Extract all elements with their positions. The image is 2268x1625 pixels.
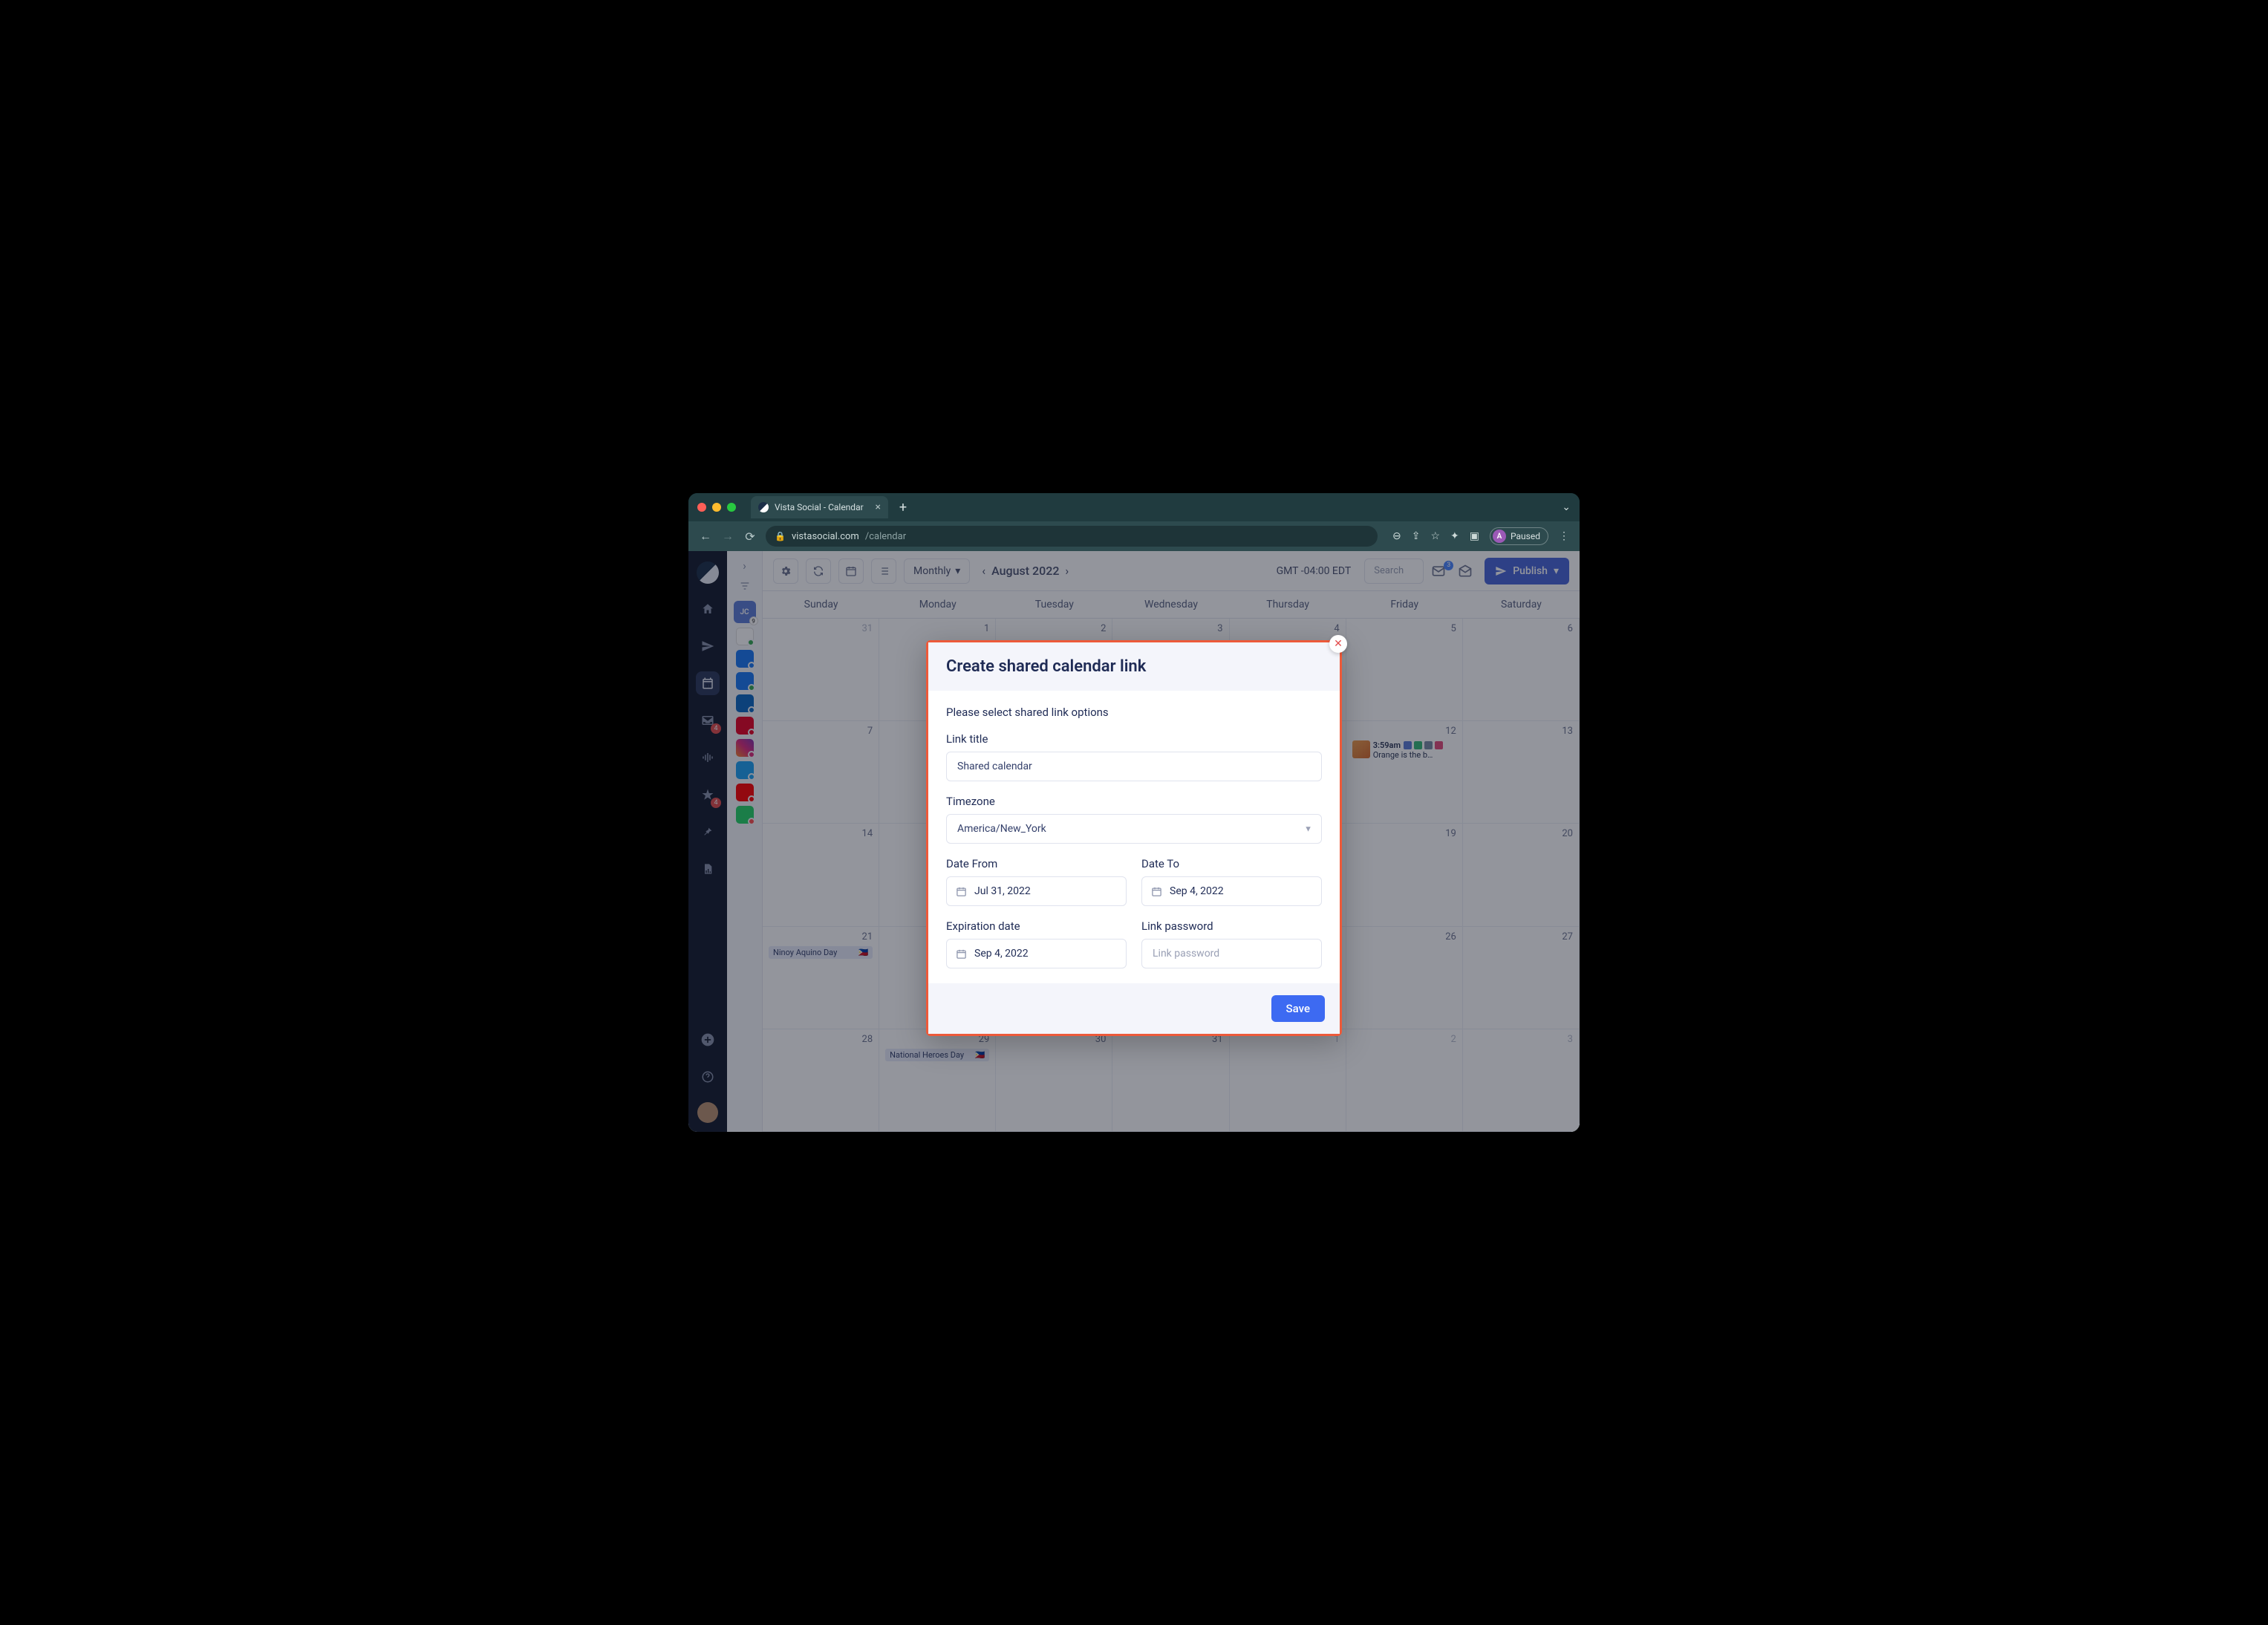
share-icon[interactable]: ⇪ <box>1412 530 1421 542</box>
modal-body: Please select shared link options Link t… <box>928 691 1340 983</box>
link-title-input[interactable]: Shared calendar <box>946 752 1322 781</box>
save-button[interactable]: Save <box>1271 995 1325 1022</box>
timezone-field-label: Timezone <box>946 795 1322 808</box>
expiration-label: Expiration date <box>946 919 1127 933</box>
link-title-value: Shared calendar <box>957 761 1032 772</box>
expiration-input[interactable]: Sep 4, 2022 <box>946 939 1127 968</box>
browser-chrome: Vista Social - Calendar × + ⌄ ← → ⟳ 🔒 vi… <box>688 493 1580 551</box>
nav-forward-button[interactable]: → <box>721 529 734 544</box>
profile-paused-chip[interactable]: A Paused <box>1490 527 1548 545</box>
addr-actions: ⊖ ⇪ ☆ ✦ ▣ A Paused ⋮ <box>1392 527 1569 545</box>
profile-initial: A <box>1493 530 1506 543</box>
date-to-input[interactable]: Sep 4, 2022 <box>1141 876 1322 906</box>
new-tab-button[interactable]: + <box>894 498 912 516</box>
modal-subtitle: Please select shared link options <box>946 706 1322 719</box>
save-label: Save <box>1286 1002 1310 1015</box>
modal-scrim[interactable]: ✕ Create shared calendar link Please sel… <box>688 551 1580 1132</box>
date-to-value: Sep 4, 2022 <box>1170 885 1224 897</box>
date-from-label: Date From <box>946 857 1127 870</box>
date-from-input[interactable]: Jul 31, 2022 <box>946 876 1127 906</box>
zoom-icon[interactable]: ⊖ <box>1392 530 1401 542</box>
calendar-icon <box>956 886 967 897</box>
timezone-value: America/New_York <box>957 823 1046 835</box>
tab-strip: Vista Social - Calendar × + ⌄ <box>688 493 1580 521</box>
tab-menu-button[interactable]: ⌄ <box>1562 501 1571 513</box>
window-close-button[interactable] <box>697 503 706 512</box>
lock-icon: 🔒 <box>775 531 786 541</box>
url-path: /calendar <box>865 531 906 542</box>
date-from-value: Jul 31, 2022 <box>974 885 1031 897</box>
calendar-icon <box>956 948 967 960</box>
url-host: vistasocial.com <box>792 531 859 542</box>
link-title-label: Link title <box>946 732 1322 746</box>
expiration-value: Sep 4, 2022 <box>974 948 1029 960</box>
panel-icon[interactable]: ▣ <box>1470 530 1479 542</box>
timezone-select[interactable]: America/New_York ▼ <box>946 814 1322 844</box>
tab-title: Vista Social - Calendar <box>775 502 864 512</box>
browser-window: Vista Social - Calendar × + ⌄ ← → ⟳ 🔒 vi… <box>688 493 1580 1132</box>
tab-favicon <box>758 502 769 512</box>
modal-title: Create shared calendar link <box>946 657 1322 676</box>
nav-back-button[interactable]: ← <box>699 529 712 544</box>
kebab-menu-icon[interactable]: ⋮ <box>1559 530 1569 542</box>
modal-header: Create shared calendar link <box>928 642 1340 691</box>
address-bar[interactable]: 🔒 vistasocial.com/calendar <box>766 526 1378 547</box>
window-controls <box>697 503 736 512</box>
paused-label: Paused <box>1511 531 1540 541</box>
browser-tab[interactable]: Vista Social - Calendar × <box>751 496 888 518</box>
password-input[interactable]: Link password <box>1141 939 1322 968</box>
password-placeholder: Link password <box>1153 948 1219 960</box>
extensions-icon[interactable]: ✦ <box>1450 530 1459 542</box>
toolbar-row: ← → ⟳ 🔒 vistasocial.com/calendar ⊖ ⇪ ☆ ✦… <box>688 521 1580 551</box>
window-minimize-button[interactable] <box>712 503 721 512</box>
calendar-icon <box>1151 886 1162 897</box>
tab-close-button[interactable]: × <box>876 501 881 513</box>
app-root: 31 4 4 › JC9 <box>688 551 1580 1132</box>
chevron-down-icon: ▼ <box>1304 824 1312 834</box>
nav-reload-button[interactable]: ⟳ <box>743 530 757 544</box>
date-to-label: Date To <box>1141 857 1322 870</box>
modal-footer: Save <box>928 983 1340 1034</box>
password-label: Link password <box>1141 919 1322 933</box>
window-maximize-button[interactable] <box>727 503 736 512</box>
bookmark-icon[interactable]: ☆ <box>1430 530 1440 542</box>
modal-close-button[interactable]: ✕ <box>1329 635 1347 653</box>
share-link-modal: ✕ Create shared calendar link Please sel… <box>926 640 1342 1036</box>
